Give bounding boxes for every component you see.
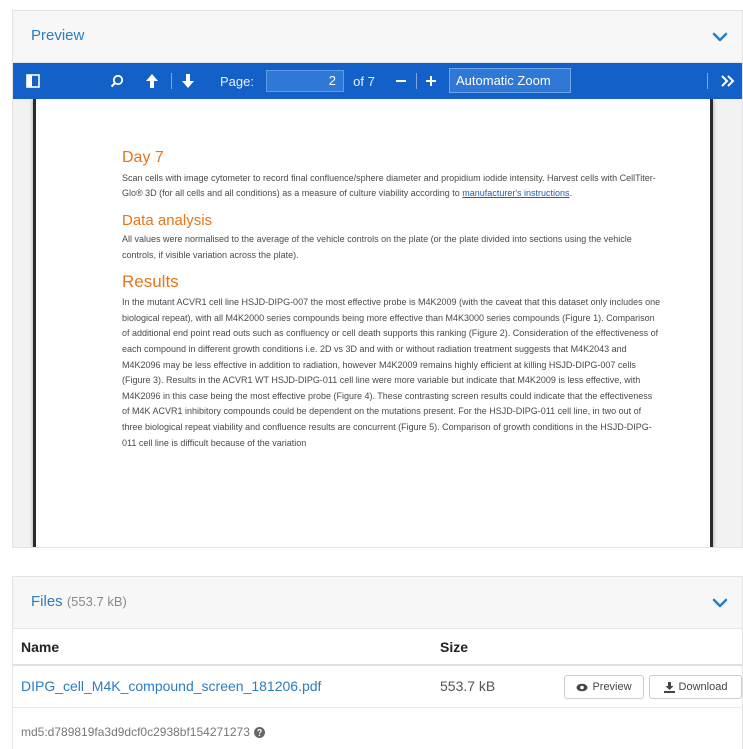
files-panel: Files (553.7 kB) Name Size DIPG_cell_M4K… [12, 576, 743, 749]
files-table-header: Name Size [13, 629, 743, 666]
md5-checksum: md5:d789819fa3d9dcf0c2938bf154271273 [21, 725, 265, 739]
pdf-toolbar: Page: 2 of 7 Automatic Zoom [13, 63, 742, 99]
files-title-text: Files [31, 593, 63, 610]
files-panel-heading[interactable]: Files (553.7 kB) [13, 577, 742, 629]
chevron-down-icon[interactable] [712, 29, 728, 45]
zoom-in-icon[interactable] [421, 63, 441, 99]
md5-text: md5:d789819fa3d9dcf0c2938bf154271273 [21, 725, 250, 739]
pdf-document-text: Day 7 Scan cells with image cytometer to… [122, 149, 662, 451]
eye-icon [576, 683, 588, 691]
pdf-page: Day 7 Scan cells with image cytometer to… [33, 99, 713, 547]
column-size-header: Size [440, 639, 469, 655]
sidebar-toggle-icon[interactable] [21, 63, 45, 99]
day7-text: Scan cells with image cytometer to recor… [122, 172, 656, 199]
file-size: 553.7 kB [440, 678, 496, 694]
results-paragraph: In the mutant ACVR1 cell line HSJD-DIPG-… [122, 297, 661, 448]
preview-button-label: Preview [592, 681, 632, 693]
day7-heading: Day 7 [122, 149, 164, 166]
files-total-size: (553.7 kB) [66, 594, 127, 609]
data-analysis-paragraph: All values were normalised to the averag… [122, 234, 632, 260]
toolbar-separator [707, 73, 708, 89]
preview-button[interactable]: Preview [564, 675, 644, 699]
toolbar-separator [171, 73, 172, 89]
page-number-input[interactable]: 2 [266, 70, 344, 92]
tools-menu-icon[interactable] [717, 63, 739, 99]
chevron-down-icon[interactable] [712, 595, 728, 611]
next-page-icon[interactable] [177, 63, 199, 99]
toolbar-separator [416, 73, 417, 89]
preview-panel-heading[interactable]: Preview [13, 11, 742, 63]
zoom-out-icon[interactable] [391, 63, 411, 99]
zoom-select[interactable]: Automatic Zoom [449, 68, 571, 93]
download-button[interactable]: Download [649, 675, 742, 699]
page-label: Page: [220, 73, 254, 89]
day7-paragraph: Scan cells with image cytometer to recor… [122, 171, 662, 202]
download-icon [663, 681, 675, 693]
file-name-link[interactable]: DIPG_cell_M4K_compound_screen_181206.pdf [21, 678, 321, 694]
download-button-label: Download [678, 681, 728, 693]
manufacturer-instructions-link[interactable]: manufacturer's instructions [462, 188, 569, 198]
files-title: Files (553.7 kB) [31, 593, 127, 610]
preview-panel: Preview Page: 2 of 7 Automatic Zoom Day … [12, 10, 743, 548]
day7-text-end: . [569, 188, 573, 199]
column-name-header: Name [21, 639, 60, 655]
data-analysis-heading: Data analysis [122, 211, 213, 229]
search-icon[interactable] [105, 63, 129, 99]
question-circle-icon[interactable] [253, 726, 265, 738]
page-count-label: of 7 [353, 73, 375, 89]
pdf-viewer[interactable]: Day 7 Scan cells with image cytometer to… [13, 99, 742, 547]
results-heading: Results [122, 272, 179, 292]
previous-page-icon[interactable] [141, 63, 163, 99]
table-row: DIPG_cell_M4K_compound_screen_181206.pdf… [13, 666, 743, 708]
preview-title: Preview [31, 27, 85, 44]
